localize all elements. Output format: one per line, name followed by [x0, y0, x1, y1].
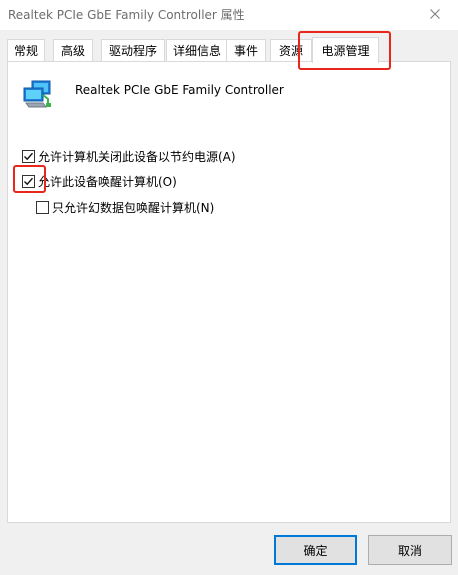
tab-advanced[interactable]: 高级 — [53, 39, 93, 61]
properties-dialog: Realtek PCIe GbE Family Controller 属性 常规… — [0, 0, 458, 575]
allow-wake-checkbox[interactable] — [22, 174, 35, 188]
window-title: Realtek PCIe GbE Family Controller 属性 — [8, 8, 245, 22]
tab-resources[interactable]: 资源 — [270, 39, 312, 61]
tab-events[interactable]: 事件 — [226, 39, 266, 61]
allow-wake-label: 允许此设备唤醒计算机(O) — [38, 174, 177, 189]
magic-packet-option[interactable]: 只允许幻数据包唤醒计算机(N) — [36, 199, 214, 215]
close-icon — [430, 8, 440, 22]
close-button[interactable] — [412, 0, 458, 30]
ok-button[interactable]: 确定 — [274, 535, 357, 565]
network-adapter-icon — [22, 79, 56, 111]
title-bar: Realtek PCIe GbE Family Controller 属性 — [0, 0, 458, 30]
allow-wake-option[interactable]: 允许此设备唤醒计算机(O) — [22, 173, 177, 189]
device-name: Realtek PCIe GbE Family Controller — [75, 83, 284, 97]
allow-power-off-label: 允许计算机关闭此设备以节约电源(A) — [38, 149, 236, 164]
magic-packet-label: 只允许幻数据包唤醒计算机(N) — [52, 200, 215, 215]
tab-driver[interactable]: 驱动程序 — [101, 39, 165, 61]
tab-power-management[interactable]: 电源管理 — [312, 37, 379, 63]
allow-power-off-option[interactable]: 允许计算机关闭此设备以节约电源(A) — [22, 148, 236, 164]
power-management-panel: Realtek PCIe GbE Family Controller 允许计算机… — [7, 61, 451, 523]
tab-strip: 常规 高级 驱动程序 详细信息 事件 资源 电源管理 — [7, 37, 451, 63]
tab-general[interactable]: 常规 — [7, 39, 45, 61]
allow-power-off-checkbox[interactable] — [22, 149, 35, 163]
cancel-button[interactable]: 取消 — [368, 535, 452, 565]
magic-packet-checkbox[interactable] — [36, 200, 49, 214]
tab-details[interactable]: 详细信息 — [166, 39, 228, 61]
